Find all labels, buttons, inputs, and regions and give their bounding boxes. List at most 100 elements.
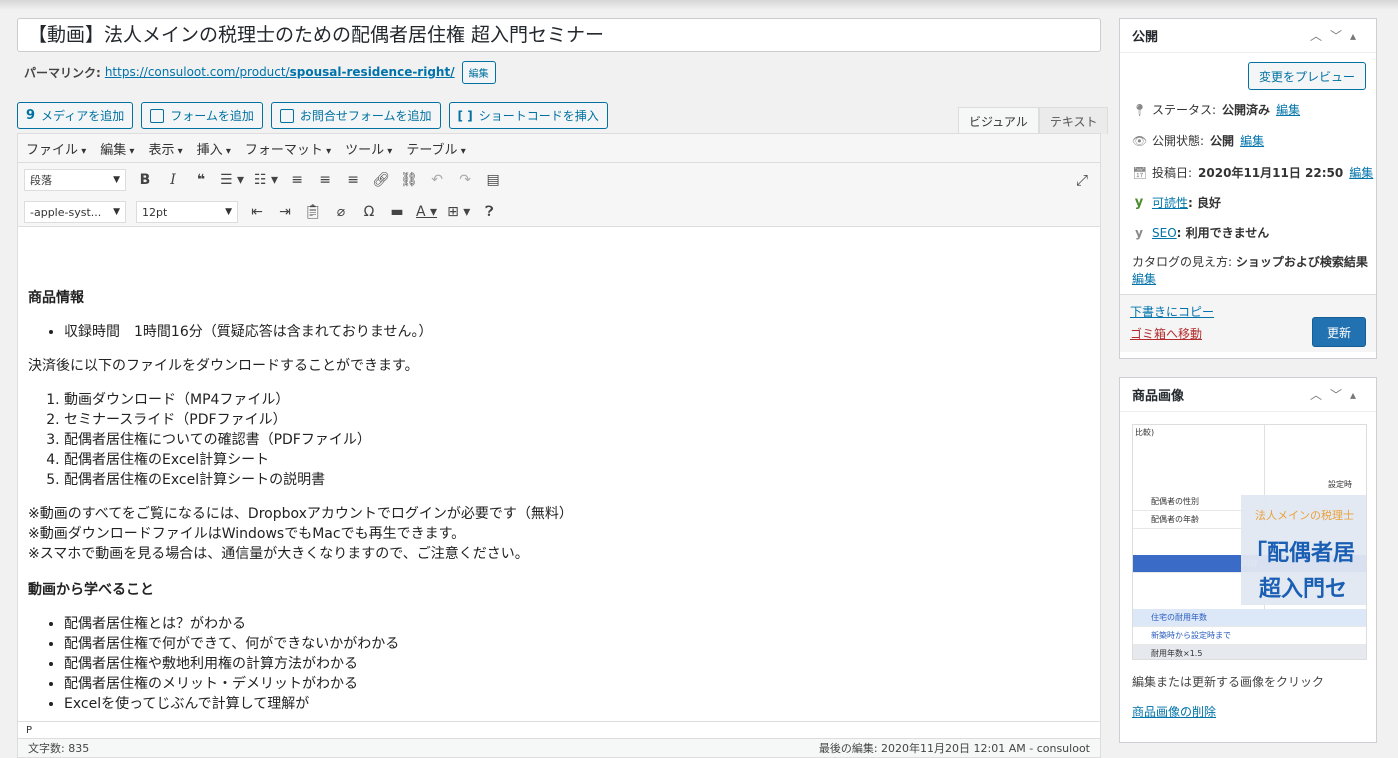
editor-content[interactable]: 商品情報 収録時間 1時間16分（質疑応答は含まれておりません。） 決済後に以下… bbox=[28, 228, 1088, 714]
contact-form-icon bbox=[279, 108, 294, 123]
list-item: Excelを使ってじぶんで計算して理解が bbox=[64, 694, 1088, 714]
menu-format[interactable]: フォーマット bbox=[245, 139, 331, 158]
editor-tabs: ビジュアル テキスト bbox=[958, 107, 1109, 134]
list-item: 動画ダウンロード（MP4ファイル） bbox=[64, 390, 1088, 410]
status-edit-link[interactable]: 編集 bbox=[1276, 101, 1300, 118]
menu-edit[interactable]: 編集 bbox=[100, 139, 134, 158]
box-controls[interactable]: ︿﹀▴ bbox=[1310, 27, 1364, 44]
editor-statusbar: 文字数: 835 最後の編集: 2020年11月20日 12:01 AM - c… bbox=[18, 738, 1100, 757]
content-heading: 商品情報 bbox=[28, 290, 84, 306]
blockquote-icon[interactable]: ❝ bbox=[192, 172, 210, 188]
product-image-hint: 編集または更新する画像をクリック bbox=[1132, 675, 1325, 689]
readability-link[interactable]: 可読性 bbox=[1152, 194, 1188, 211]
catalog-edit-link[interactable]: 編集 bbox=[1132, 272, 1156, 286]
permalink-edit-button[interactable]: 編集 bbox=[461, 60, 496, 84]
permalink-label: パーマリンク: bbox=[24, 65, 101, 80]
menu-tools[interactable]: ツール bbox=[345, 139, 392, 158]
add-contact-form-button[interactable]: お問合せフォームを追加 bbox=[270, 102, 441, 129]
bullet-list-icon[interactable]: ☰ ▾ bbox=[220, 172, 244, 188]
list-item: 配偶者居住権についての確認書（PDFファイル） bbox=[64, 430, 1088, 450]
special-char-icon[interactable]: Ω bbox=[360, 204, 378, 220]
seo-link[interactable]: SEO bbox=[1152, 226, 1177, 240]
list-item: 配偶者居住権のExcel計算シートの説明書 bbox=[64, 470, 1088, 490]
shortcode-icon: [ ] bbox=[457, 108, 473, 123]
permalink-row: パーマリンク: https://consuloot.com/product/sp… bbox=[24, 60, 496, 84]
indent-icon[interactable]: ⇥ bbox=[276, 204, 294, 220]
align-right-icon[interactable]: ≡ bbox=[344, 172, 362, 188]
content-note: ※動画のすべてをご覧になるには、Dropboxアカウントでログインが必要です（無… bbox=[28, 506, 573, 522]
copy-to-draft-link[interactable]: 下書きにコピー bbox=[1130, 303, 1214, 320]
add-form-button[interactable]: フォームを追加 bbox=[141, 102, 263, 129]
post-title-input[interactable]: 【動画】法人メインの税理士のための配偶者居住権 超入門セミナー bbox=[17, 18, 1101, 52]
eye-icon: 👁︎ bbox=[1132, 133, 1148, 148]
list-item: セミナースライド（PDFファイル） bbox=[64, 410, 1088, 430]
update-button[interactable]: 更新 bbox=[1311, 317, 1366, 347]
insert-shortcode-button[interactable]: [ ] ショートコードを挿入 bbox=[448, 102, 608, 129]
catalog-row: カタログの見え方: ショップおよび検索結果 編集 bbox=[1132, 255, 1368, 286]
menu-table[interactable]: テーブル bbox=[406, 139, 465, 158]
content-editor: ファイル 編集 表示 挿入 フォーマット ツール テーブル 段落 B I ❝ ☰… bbox=[17, 133, 1101, 758]
undo-icon[interactable]: ↶ bbox=[428, 172, 446, 188]
pin-icon: 📍︎ bbox=[1132, 102, 1148, 117]
clear-format-icon[interactable]: ⌀ bbox=[332, 204, 350, 220]
editor-toolbar: 段落 B I ❝ ☰ ▾ ☷ ▾ ≡ ≡ ≡ 🔗︎ ⛓ ↶ ↷ ▤ -apple… bbox=[18, 163, 1100, 227]
menu-view[interactable]: 表示 bbox=[148, 139, 182, 158]
redo-icon[interactable]: ↷ bbox=[456, 172, 474, 188]
bold-icon[interactable]: B bbox=[136, 172, 154, 188]
table-icon[interactable]: ⊞ ▾ bbox=[447, 204, 470, 220]
yoast-icon: y bbox=[1135, 225, 1143, 240]
seo-row: y SEO: 利用できません bbox=[1132, 224, 1269, 241]
list-item: 配偶者居住権のExcel計算シート bbox=[64, 450, 1088, 470]
block-format-select[interactable]: 段落 bbox=[24, 169, 126, 191]
fullscreen-icon[interactable]: ⤢ bbox=[1076, 171, 1088, 189]
list-item: 配偶者居住権のメリット・デメリットがわかる bbox=[64, 674, 1088, 694]
list-item: 配偶者居住権で何ができて、何ができないかがわかる bbox=[64, 634, 1088, 654]
help-icon[interactable]: ❓︎ bbox=[480, 204, 498, 220]
horizontal-line-icon[interactable]: ▬ bbox=[388, 204, 406, 220]
status-row: 📍︎ ステータス: 公開済み 編集 bbox=[1132, 101, 1301, 118]
visibility-edit-link[interactable]: 編集 bbox=[1240, 132, 1264, 149]
product-image-thumbnail[interactable]: 比較) 設定時 配偶者の性別 配偶者の年齢 内容 住宅の耐用年数 新築時から設定… bbox=[1132, 424, 1367, 660]
numbered-list-icon[interactable]: ☷ ▾ bbox=[254, 172, 278, 188]
preview-changes-button[interactable]: 変更をプレビュー bbox=[1247, 62, 1366, 90]
last-edited: 最後の編集: 2020年11月20日 12:01 AM - consuloot bbox=[818, 742, 1090, 755]
list-item: 配偶者居住権や敷地利用権の計算方法がわかる bbox=[64, 654, 1088, 674]
font-size-select[interactable]: 12pt bbox=[136, 201, 238, 223]
box-controls[interactable]: ︿﹀▴ bbox=[1310, 386, 1364, 403]
italic-icon[interactable]: I bbox=[164, 172, 182, 188]
publish-box-title: 公開 bbox=[1132, 30, 1159, 45]
thumbnail-banner: 法人メインの税理士 「配偶者居 超入門セ bbox=[1241, 495, 1366, 605]
editor-menubar: ファイル 編集 表示 挿入 フォーマット ツール テーブル bbox=[18, 134, 1100, 163]
product-image-box: 商品画像 ︿﹀▴ 比較) 設定時 配偶者の性別 配偶者の年齢 内容 住宅の耐用年… bbox=[1119, 377, 1377, 743]
content-paragraph: 決済後に以下のファイルをダウンロードすることができます。 bbox=[28, 358, 419, 374]
menu-insert[interactable]: 挿入 bbox=[197, 139, 231, 158]
tab-text[interactable]: テキスト bbox=[1038, 107, 1109, 134]
text-color-icon[interactable]: A ▾ bbox=[416, 204, 437, 220]
list-item: 配偶者居住権とは？がわかる bbox=[64, 614, 1088, 634]
align-left-icon[interactable]: ≡ bbox=[288, 172, 306, 188]
unlink-icon[interactable]: ⛓ bbox=[400, 172, 418, 188]
remove-product-image-link[interactable]: 商品画像の削除 bbox=[1132, 703, 1216, 720]
toolbar-toggle-icon[interactable]: ▤ bbox=[484, 172, 502, 188]
readability-row: y 可読性: 良好 bbox=[1132, 194, 1221, 211]
visibility-row: 👁︎ 公開状態: 公開 編集 bbox=[1132, 132, 1265, 149]
content-heading: 動画から学べること bbox=[28, 582, 154, 598]
content-note: ※スマホで動画を見る場合は、通信量が大きくなりますので、ご注意ください。 bbox=[28, 546, 529, 562]
list-item: 収録時間 1時間16分（質疑応答は含まれておりません。） bbox=[64, 322, 1088, 342]
publish-box: 公開 ︿﹀▴ 変更をプレビュー 📍︎ ステータス: 公開済み 編集 👁︎ 公開状態… bbox=[1119, 18, 1377, 359]
align-center-icon[interactable]: ≡ bbox=[316, 172, 334, 188]
menu-file[interactable]: ファイル bbox=[26, 139, 86, 158]
add-media-button[interactable]: 9 メディアを追加 bbox=[17, 102, 134, 129]
paste-text-icon[interactable]: 📋︎ bbox=[304, 204, 322, 220]
link-icon[interactable]: 🔗︎ bbox=[372, 172, 390, 188]
calendar-icon: 📅︎ bbox=[1132, 165, 1148, 180]
word-count: 文字数: 835 bbox=[28, 742, 90, 755]
permalink-link[interactable]: https://consuloot.com/product/spousal-re… bbox=[105, 65, 455, 79]
outdent-icon[interactable]: ⇤ bbox=[248, 204, 266, 220]
font-family-select[interactable]: -apple-syst... bbox=[24, 201, 126, 223]
move-to-trash-link[interactable]: ゴミ箱へ移動 bbox=[1130, 325, 1202, 342]
tab-visual[interactable]: ビジュアル bbox=[958, 107, 1039, 134]
date-edit-link[interactable]: 編集 bbox=[1349, 164, 1373, 181]
product-image-title: 商品画像 bbox=[1132, 389, 1185, 404]
publish-actions: 下書きにコピー ゴミ箱へ移動 更新 bbox=[1120, 294, 1376, 352]
